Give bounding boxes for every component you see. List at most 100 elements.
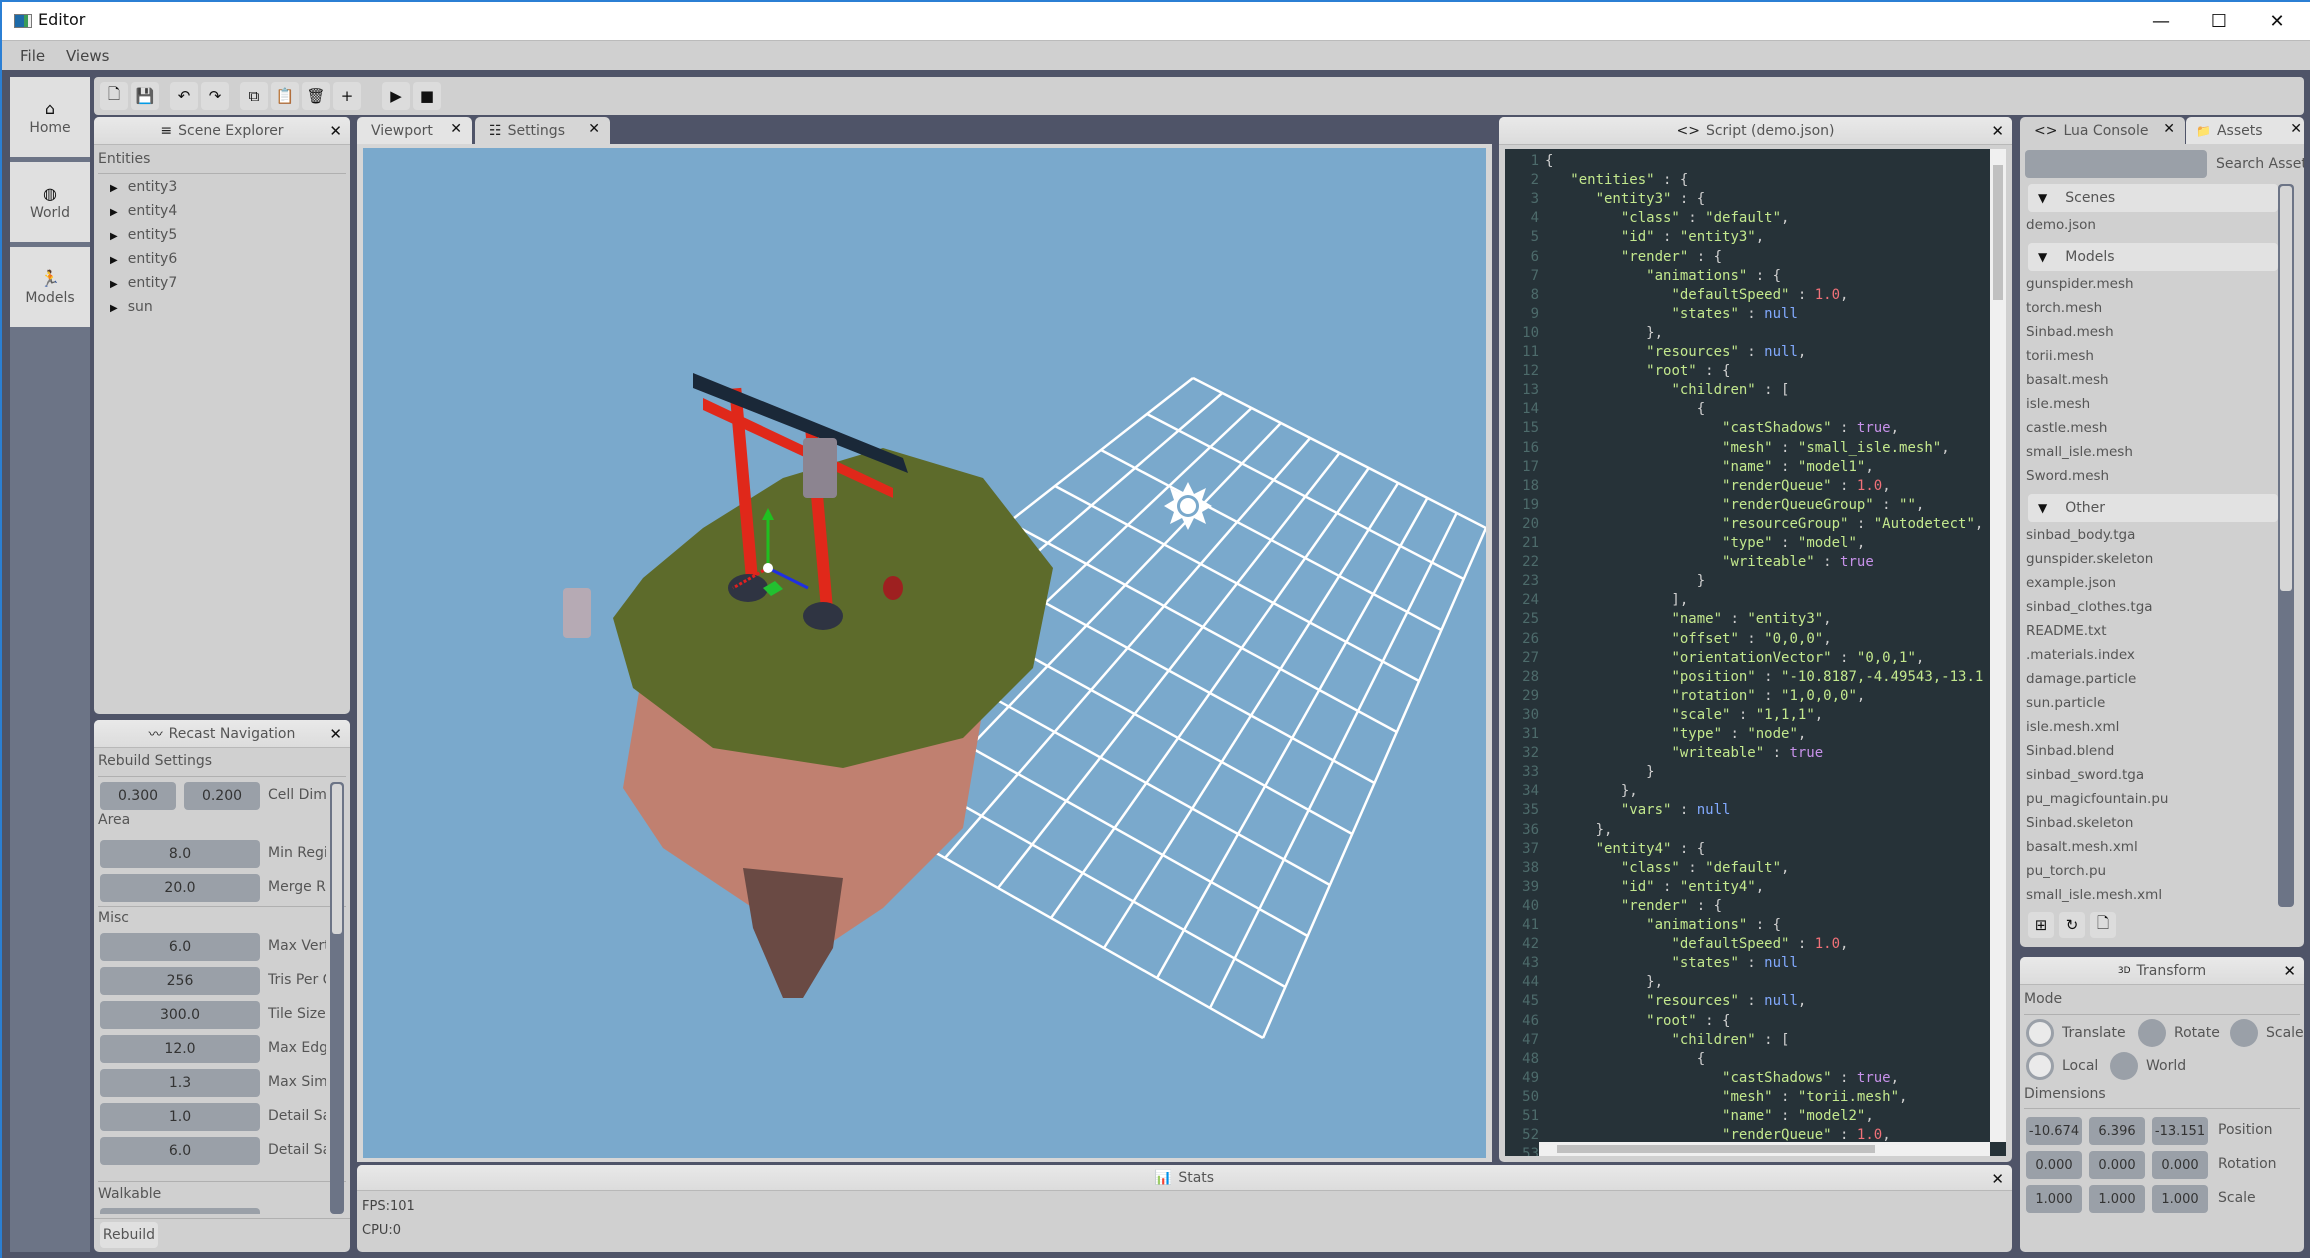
add-asset-button[interactable]: ⊞ — [2028, 912, 2054, 938]
radio-scale[interactable] — [2230, 1019, 2258, 1047]
scrollbar-thumb[interactable] — [2280, 186, 2292, 591]
asset-item[interactable]: castle.mesh — [2026, 420, 2107, 436]
code-horizontal-scrollbar[interactable] — [1539, 1142, 1990, 1156]
minimize-button[interactable]: — — [2132, 2, 2190, 40]
asset-item[interactable]: sun.particle — [2026, 695, 2105, 711]
close-icon[interactable]: ✕ — [2290, 121, 2302, 137]
refresh-assets-button[interactable]: ↻ — [2059, 912, 2085, 938]
sidebar-item-home[interactable]: ⌂ Home — [10, 77, 90, 157]
asset-item[interactable]: pu_torch.pu — [2026, 863, 2106, 879]
rotation-y-field[interactable]: 0.000 — [2089, 1151, 2145, 1179]
close-icon[interactable]: ✕ — [2283, 962, 2296, 980]
expand-arrow-icon[interactable]: ▶ — [110, 207, 118, 218]
expand-arrow-icon[interactable]: ▶ — [110, 255, 118, 266]
asset-item[interactable]: demo.json — [2026, 217, 2096, 233]
asset-item[interactable]: basalt.mesh — [2026, 372, 2109, 388]
tree-item-entity5[interactable]: ▶ entity5 — [110, 227, 177, 243]
asset-item[interactable]: torii.mesh — [2026, 348, 2094, 364]
sidebar-item-models[interactable]: 🏃 Models — [10, 247, 90, 327]
tree-item-sun[interactable]: ▶ sun — [110, 299, 153, 315]
asset-item[interactable]: basalt.mesh.xml — [2026, 839, 2138, 855]
close-window-button[interactable]: ✕ — [2248, 2, 2306, 40]
asset-item[interactable]: pu_magicfountain.pu — [2026, 791, 2168, 807]
asset-group-models[interactable]: ▼ Models — [2028, 243, 2278, 271]
asset-item[interactable]: Sinbad.skeleton — [2026, 815, 2133, 831]
cell-size-field[interactable]: 0.300 — [100, 782, 176, 810]
asset-search-input[interactable] — [2025, 150, 2207, 178]
paste-button[interactable]: 📋 — [271, 82, 299, 110]
stop-button[interactable]: ■ — [413, 82, 441, 110]
radio-world[interactable] — [2110, 1052, 2138, 1080]
asset-item[interactable]: small_isle.mesh.xml — [2026, 887, 2162, 903]
scale-x-field[interactable]: 1.000 — [2026, 1185, 2082, 1213]
new-asset-file-button[interactable]: 🗋 — [2090, 912, 2116, 938]
rebuild-button[interactable]: Rebuild — [100, 1222, 158, 1248]
tree-item-entity3[interactable]: ▶ entity3 — [110, 179, 177, 195]
asset-item[interactable]: damage.particle — [2026, 671, 2136, 687]
code-editor[interactable]: 1{2 "entities" : {3 "entity3" : {4 "clas… — [1505, 149, 2006, 1156]
expand-arrow-icon[interactable]: ▶ — [110, 279, 118, 290]
asset-item[interactable]: README.txt — [2026, 623, 2107, 639]
expand-arrow-icon[interactable]: ▶ — [110, 183, 118, 194]
asset-item[interactable]: isle.mesh — [2026, 396, 2090, 412]
asset-item[interactable]: example.json — [2026, 575, 2116, 591]
close-icon[interactable]: ✕ — [329, 725, 342, 743]
asset-group-other[interactable]: ▼ Other — [2028, 494, 2278, 522]
scrollbar-thumb[interactable] — [332, 784, 342, 934]
recast-value-field[interactable]: 256 — [100, 967, 260, 995]
tab-settings[interactable]: ☷ Settings ✕ — [475, 117, 610, 144]
asset-item[interactable]: torch.mesh — [2026, 300, 2102, 316]
menu-file[interactable]: File — [20, 47, 45, 65]
recast-value-field[interactable]: 1.0 — [100, 1103, 260, 1131]
assets-scrollbar[interactable] — [2278, 184, 2294, 907]
expand-arrow-icon[interactable]: ▶ — [110, 303, 118, 314]
close-icon[interactable]: ✕ — [588, 121, 600, 137]
recast-value-field[interactable]: 1.3 — [100, 1069, 260, 1097]
radio-translate[interactable] — [2026, 1019, 2054, 1047]
radio-local[interactable] — [2026, 1052, 2054, 1080]
scale-y-field[interactable]: 1.000 — [2089, 1185, 2145, 1213]
position-y-field[interactable]: 6.396 — [2089, 1117, 2145, 1145]
recast-value-field[interactable]: 300.0 — [100, 1001, 260, 1029]
scrollbar-thumb[interactable] — [1557, 1145, 1875, 1153]
asset-item[interactable]: Sword.mesh — [2026, 468, 2109, 484]
asset-item[interactable]: .materials.index — [2026, 647, 2135, 663]
recast-value-field[interactable]: 6.0 — [100, 933, 260, 961]
redo-button[interactable]: ↷ — [201, 82, 229, 110]
scale-z-field[interactable]: 1.000 — [2152, 1185, 2208, 1213]
asset-item[interactable]: sinbad_sword.tga — [2026, 767, 2144, 783]
recast-value-field[interactable]: 12.0 — [100, 1035, 260, 1063]
recast-value-field[interactable]: 6.0 — [100, 1137, 260, 1165]
tab-lua-console[interactable]: <> Lua Console ✕ — [2020, 117, 2185, 144]
sidebar-item-world[interactable]: ◍ World — [10, 162, 90, 242]
rotation-z-field[interactable]: 0.000 — [2152, 1151, 2208, 1179]
asset-item[interactable]: gunspider.skeleton — [2026, 551, 2153, 567]
asset-item[interactable]: Sinbad.blend — [2026, 743, 2114, 759]
tree-item-entity7[interactable]: ▶ entity7 — [110, 275, 177, 291]
radio-rotate[interactable] — [2138, 1019, 2166, 1047]
asset-item[interactable]: gunspider.mesh — [2026, 276, 2134, 292]
rotation-x-field[interactable]: 0.000 — [2026, 1151, 2082, 1179]
expand-arrow-icon[interactable]: ▶ — [110, 231, 118, 242]
asset-item[interactable]: sinbad_body.tga — [2026, 527, 2135, 543]
tab-viewport[interactable]: Viewport ✕ — [357, 117, 472, 144]
undo-button[interactable]: ↶ — [170, 82, 198, 110]
maximize-button[interactable]: ☐ — [2190, 2, 2248, 40]
tree-item-entity4[interactable]: ▶ entity4 — [110, 203, 177, 219]
close-icon[interactable]: ✕ — [1991, 1170, 2004, 1188]
recast-scrollbar[interactable] — [330, 782, 344, 1214]
tab-assets[interactable]: 📁 Assets ✕ — [2186, 117, 2304, 144]
tree-item-entity6[interactable]: ▶ entity6 — [110, 251, 177, 267]
asset-group-scenes[interactable]: ▼ Scenes — [2028, 184, 2278, 212]
asset-item[interactable]: Sinbad.mesh — [2026, 324, 2114, 340]
play-button[interactable]: ▶ — [382, 82, 410, 110]
cell-height-field[interactable]: 0.200 — [184, 782, 260, 810]
new-file-button[interactable]: 🗋 — [100, 82, 128, 110]
code-vertical-scrollbar[interactable] — [1990, 149, 2006, 1142]
asset-item[interactable]: sinbad_clothes.tga — [2026, 599, 2153, 615]
walkable-field-partial[interactable] — [100, 1208, 260, 1214]
recast-value-field[interactable]: 8.0 — [100, 840, 260, 868]
close-icon[interactable]: ✕ — [1991, 122, 2004, 140]
asset-item[interactable]: small_isle.mesh — [2026, 444, 2133, 460]
close-icon[interactable]: ✕ — [2163, 121, 2175, 137]
